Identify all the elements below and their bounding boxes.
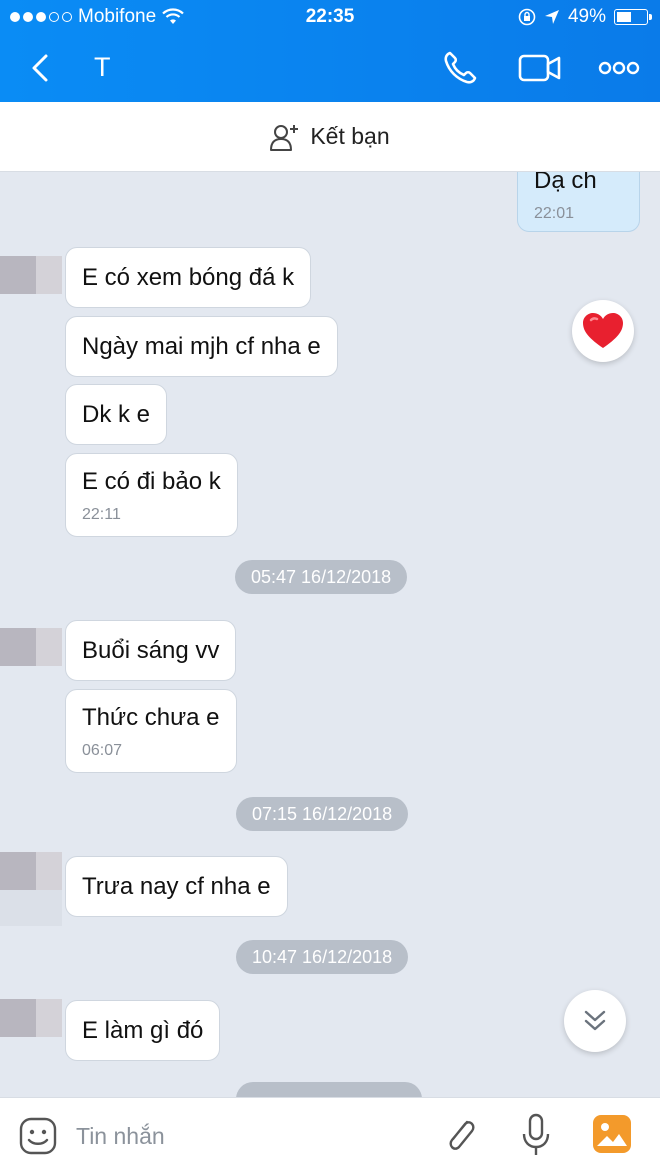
attach-icon[interactable] xyxy=(442,1112,478,1158)
message-time: 22:01 xyxy=(534,205,575,222)
message-received[interactable]: Ngày mai mjh cf nha e xyxy=(65,316,338,377)
battery-percent: 49% xyxy=(567,6,606,27)
header: Mobifone 22:35 49% T xyxy=(0,0,660,102)
message-text: E có đi bảo k xyxy=(82,468,221,495)
message-time: 22:11 xyxy=(82,506,121,523)
avatar[interactable] xyxy=(0,852,62,926)
avatar[interactable] xyxy=(0,256,62,294)
add-friend-icon xyxy=(270,124,299,151)
mic-icon[interactable] xyxy=(520,1112,552,1158)
message-time: 06:07 xyxy=(82,742,123,759)
message-text: Dạ ch xyxy=(534,172,597,194)
message-input-bar xyxy=(0,1097,660,1173)
message-received[interactable]: Buổi sáng vv xyxy=(65,620,237,681)
more-icon[interactable] xyxy=(598,56,640,80)
add-friend-bar[interactable]: Kết bạn xyxy=(0,102,660,172)
message-text: Ngày mai mjh cf nha e xyxy=(82,333,321,360)
location-icon xyxy=(544,10,559,24)
message-received[interactable]: E làm gì đó xyxy=(65,1000,221,1061)
chat-area[interactable]: Dạ ch 22:01 E có xem bóng đá k Ngày mai … xyxy=(0,172,660,1097)
gallery-icon[interactable] xyxy=(592,1114,632,1154)
emoji-icon[interactable] xyxy=(18,1116,58,1156)
message-text: E làm gì đó xyxy=(82,1017,204,1044)
message-text: E có xem bóng đá k xyxy=(82,264,295,291)
battery-icon xyxy=(614,9,652,25)
conversation-title[interactable]: T xyxy=(94,52,111,83)
message-received[interactable]: Dk k e xyxy=(65,384,168,445)
heart-reaction-button[interactable] xyxy=(572,300,634,362)
date-divider: 10:47 16/12/2018 xyxy=(236,940,409,974)
phone-icon[interactable] xyxy=(440,48,480,88)
message-text: Dk k e xyxy=(82,401,151,428)
message-input[interactable] xyxy=(76,1118,406,1154)
message-sent[interactable]: Dạ ch 22:01 xyxy=(517,172,640,232)
status-bar: Mobifone 22:35 49% xyxy=(0,0,660,34)
heart-icon xyxy=(583,313,623,348)
back-icon[interactable] xyxy=(26,52,56,84)
rotation-lock-icon xyxy=(518,8,536,26)
message-received[interactable]: Trưa nay cf nha e xyxy=(65,856,288,917)
message-received[interactable]: E có đi bảo k 22:11 xyxy=(65,453,238,537)
date-divider: 05:47 16/12/2018 xyxy=(235,560,408,594)
message-received[interactable]: E có xem bóng đá k xyxy=(65,247,312,308)
scroll-down-button[interactable] xyxy=(564,990,626,1052)
date-divider-partial xyxy=(236,1082,422,1097)
date-divider: 07:15 16/12/2018 xyxy=(236,797,409,831)
add-friend-label: Kết bạn xyxy=(310,123,390,149)
message-received[interactable]: Thức chưa e 06:07 xyxy=(65,689,237,773)
chevron-double-down-icon xyxy=(584,1010,606,1031)
video-icon[interactable] xyxy=(518,50,562,86)
nav-bar: T xyxy=(0,34,660,102)
avatar[interactable] xyxy=(0,999,62,1037)
avatar[interactable] xyxy=(0,628,62,666)
message-text: Thức chưa e xyxy=(82,704,220,731)
message-text: Buổi sáng vv xyxy=(82,637,220,664)
message-text: Trưa nay cf nha e xyxy=(82,873,271,900)
